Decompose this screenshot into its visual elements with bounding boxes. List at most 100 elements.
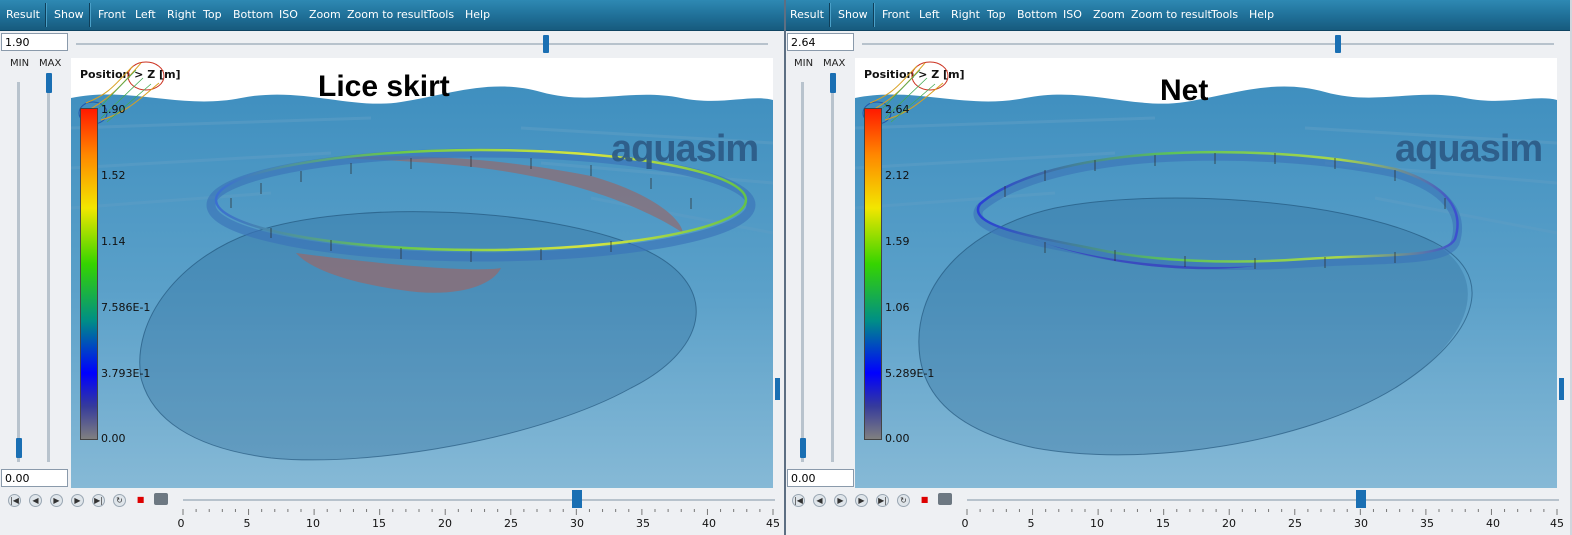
legend-tick: 5.289E-1 [885, 367, 935, 380]
step-forward-icon[interactable]: ▶ [855, 494, 868, 507]
time-tick-label: 35 [636, 517, 650, 530]
viewport-title: Lice skirt [318, 70, 450, 103]
scene-render [855, 86, 1557, 488]
time-tick-label: 20 [1222, 517, 1236, 530]
viewport-title: Net [1160, 74, 1209, 107]
menu-zoom-to-result[interactable]: Zoom to result [347, 8, 428, 21]
time-slider-thumb[interactable] [572, 490, 582, 508]
menu-separator [45, 3, 47, 27]
skip-start-icon[interactable]: |◀ [792, 494, 805, 507]
max-slider-track[interactable] [47, 82, 50, 462]
time-tick-label: 40 [702, 517, 716, 530]
min-value-field[interactable]: 0.00 [787, 469, 854, 487]
menu-show[interactable]: Show [838, 8, 868, 21]
menu-help[interactable]: Help [1249, 8, 1274, 21]
menu-separator [829, 3, 831, 27]
range-slider-thumb[interactable] [1335, 35, 1341, 53]
viewport-scrollbar-thumb[interactable] [1559, 378, 1564, 400]
record-icon[interactable]: ■ [134, 494, 147, 507]
step-forward-icon[interactable]: ▶ [71, 494, 84, 507]
time-tick-label: 25 [504, 517, 518, 530]
max-slider-track[interactable] [831, 82, 834, 462]
legend-tick: 1.14 [101, 235, 126, 248]
min-slider-track[interactable] [17, 82, 20, 462]
legend-tick: 2.64 [885, 103, 910, 116]
menu-tools[interactable]: Tools [1211, 8, 1238, 21]
time-tick-label: 15 [372, 517, 386, 530]
max-slider-thumb[interactable] [830, 73, 836, 93]
3d-viewport[interactable]: Position > Z [m] Lice skirt aquasim 1.90… [71, 58, 773, 488]
legend-tick: 1.59 [885, 235, 910, 248]
time-tick-label: 45 [1550, 517, 1564, 530]
menu-right[interactable]: Right [167, 8, 196, 21]
color-legend-bar [864, 108, 882, 440]
time-tick-label: 0 [961, 517, 969, 530]
skip-end-icon[interactable]: ▶| [92, 494, 105, 507]
legend-tick: 1.52 [101, 169, 126, 182]
time-tick-label: 40 [1486, 517, 1500, 530]
menu-separator [89, 3, 91, 27]
min-slider-thumb[interactable] [800, 438, 806, 458]
menu-right[interactable]: Right [951, 8, 980, 21]
legend-tick: 0.00 [101, 432, 126, 445]
playback-bar: |◀ ◀ ▶ ▶ ▶| ↻ ■ 0 5 10 15 20 25 30 35 40… [0, 488, 784, 535]
loop-icon[interactable]: ↻ [113, 494, 126, 507]
range-slider-track[interactable] [76, 43, 768, 45]
step-back-icon[interactable]: ◀ [813, 494, 826, 507]
record-icon[interactable]: ■ [918, 494, 931, 507]
camera-icon[interactable] [938, 493, 952, 505]
min-label: MIN [794, 58, 814, 69]
time-slider-track[interactable] [967, 499, 1559, 501]
max-label: MAX [39, 58, 62, 69]
menubar: Result Show Front Left Right Top Bottom … [0, 0, 784, 31]
menu-show[interactable]: Show [54, 8, 84, 21]
time-slider-track[interactable] [183, 499, 775, 501]
range-slider-track[interactable] [862, 43, 1554, 45]
color-legend-bar [80, 108, 98, 440]
min-slider-track[interactable] [801, 82, 804, 462]
time-slider-thumb[interactable] [1356, 490, 1366, 508]
menu-result[interactable]: Result [790, 8, 824, 21]
play-icon[interactable]: ▶ [834, 494, 847, 507]
time-tick-label: 20 [438, 517, 452, 530]
time-tick-label: 30 [1354, 517, 1368, 530]
menu-tools[interactable]: Tools [427, 8, 454, 21]
menu-top[interactable]: Top [987, 8, 1006, 21]
min-value-field[interactable]: 0.00 [1, 469, 68, 487]
max-slider-thumb[interactable] [46, 73, 52, 93]
max-label: MAX [823, 58, 846, 69]
menu-iso[interactable]: ISO [1063, 8, 1082, 21]
3d-viewport[interactable]: Position > Z [m] Net aquasim 2.64 2.12 1… [855, 58, 1557, 488]
camera-icon[interactable] [154, 493, 168, 505]
menu-front[interactable]: Front [882, 8, 910, 21]
logo-text: aquasim [1395, 128, 1543, 170]
step-back-icon[interactable]: ◀ [29, 494, 42, 507]
menu-bottom[interactable]: Bottom [1017, 8, 1057, 21]
menu-bottom[interactable]: Bottom [233, 8, 273, 21]
menu-zoom[interactable]: Zoom [309, 8, 341, 21]
max-value-field[interactable]: 1.90 [1, 33, 68, 51]
menu-top[interactable]: Top [203, 8, 222, 21]
menu-zoom[interactable]: Zoom [1093, 8, 1125, 21]
menu-separator [873, 3, 875, 27]
range-slider-thumb[interactable] [543, 35, 549, 53]
menu-left[interactable]: Left [919, 8, 940, 21]
time-ticks [182, 509, 774, 515]
play-icon[interactable]: ▶ [50, 494, 63, 507]
legend-tick: 3.793E-1 [101, 367, 151, 380]
menu-help[interactable]: Help [465, 8, 490, 21]
menu-iso[interactable]: ISO [279, 8, 298, 21]
skip-start-icon[interactable]: |◀ [8, 494, 21, 507]
legend-tick: 1.90 [101, 103, 126, 116]
menu-left[interactable]: Left [135, 8, 156, 21]
menu-result[interactable]: Result [6, 8, 40, 21]
menu-zoom-to-result[interactable]: Zoom to result [1131, 8, 1212, 21]
viewport-scrollbar-thumb[interactable] [775, 378, 780, 400]
menu-front[interactable]: Front [98, 8, 126, 21]
legend-tick: 2.12 [885, 169, 910, 182]
max-value-field[interactable]: 2.64 [787, 33, 854, 51]
loop-icon[interactable]: ↻ [897, 494, 910, 507]
time-tick-label: 15 [1156, 517, 1170, 530]
skip-end-icon[interactable]: ▶| [876, 494, 889, 507]
min-slider-thumb[interactable] [16, 438, 22, 458]
